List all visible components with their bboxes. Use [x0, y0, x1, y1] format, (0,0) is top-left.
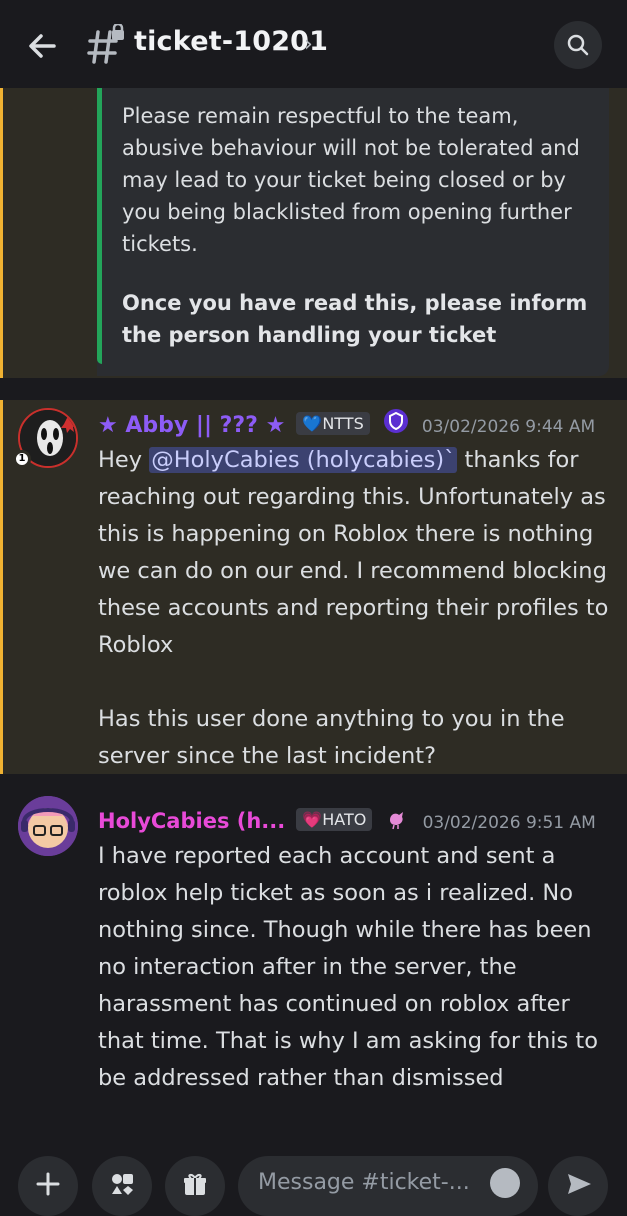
- search-button[interactable]: [554, 21, 602, 69]
- message-header: ★ Abby || ??? ★ 💙NTTS 03/02/2026 9:44 AM: [98, 408, 595, 442]
- plus-icon: [36, 1172, 60, 1196]
- status-badge: 1: [13, 450, 31, 468]
- gift-icon: [184, 1173, 206, 1195]
- send-button[interactable]: [548, 1156, 608, 1216]
- embed-bold-note: Once you have read this, please inform t…: [122, 291, 588, 347]
- message-holycabies[interactable]: HolyCabies (h... 💗HATO 03/02/2026 9:51 A…: [0, 796, 627, 1126]
- server-tag[interactable]: 💗HATO: [296, 808, 373, 831]
- search-icon: [567, 34, 589, 56]
- avatar[interactable]: [18, 796, 78, 856]
- message-input[interactable]: Message #ticket-...: [238, 1156, 538, 1216]
- message-content: Hey @HolyCabies (holycabies)` thanks for…: [98, 442, 613, 775]
- timestamp: 03/02/2026 9:44 AM: [421, 417, 596, 437]
- embed-accent-bar: [97, 88, 102, 364]
- message-header: HolyCabies (h... 💗HATO 03/02/2026 9:51 A…: [98, 806, 596, 833]
- arrow-left-icon[interactable]: [22, 26, 62, 66]
- embed-description: Please remain respectful to the team, ab…: [122, 104, 580, 256]
- channel-header: ticket-10201 ›: [0, 0, 627, 88]
- embed-card: Please remain respectful to the team, ab…: [97, 88, 609, 376]
- shield-badge-icon[interactable]: [383, 408, 409, 434]
- channel-title[interactable]: ticket-10201: [134, 26, 328, 57]
- highlight-bar: [0, 88, 3, 378]
- divider: [0, 774, 627, 796]
- message-text: thanks for reaching out regarding this. …: [98, 447, 609, 769]
- apps-icon: [112, 1174, 133, 1195]
- message-text: I have reported each account and sent a …: [98, 843, 599, 1091]
- author-name[interactable]: ★ Abby || ??? ★: [98, 413, 285, 438]
- chevron-right-icon[interactable]: ›: [304, 32, 313, 57]
- locked-hash-icon: [87, 24, 124, 64]
- author-name[interactable]: HolyCabies (h...: [98, 809, 285, 833]
- emoji-icon[interactable]: [490, 1168, 520, 1198]
- message-abby[interactable]: 1 ★ Abby || ??? ★ 💙NTTS 03/02/2026 9:44 …: [0, 400, 627, 774]
- server-tag[interactable]: 💙NTTS: [296, 412, 370, 435]
- user-mention[interactable]: @HolyCabies (holycabies)`: [149, 447, 458, 473]
- bird-badge-icon[interactable]: [385, 806, 409, 830]
- character-avatar-icon: [18, 796, 78, 856]
- gift-button[interactable]: [165, 1156, 225, 1216]
- message-greeting: Hey: [98, 447, 150, 473]
- add-attachment-button[interactable]: [18, 1156, 78, 1216]
- composer-bar: Message #ticket-...: [0, 1142, 627, 1216]
- mention-highlight-bar: [0, 400, 3, 774]
- apps-button[interactable]: [92, 1156, 152, 1216]
- divider: [0, 378, 627, 400]
- send-icon: [568, 1174, 591, 1194]
- message-placeholder: Message #ticket-...: [258, 1170, 470, 1195]
- timestamp: 03/02/2026 9:51 AM: [422, 813, 596, 833]
